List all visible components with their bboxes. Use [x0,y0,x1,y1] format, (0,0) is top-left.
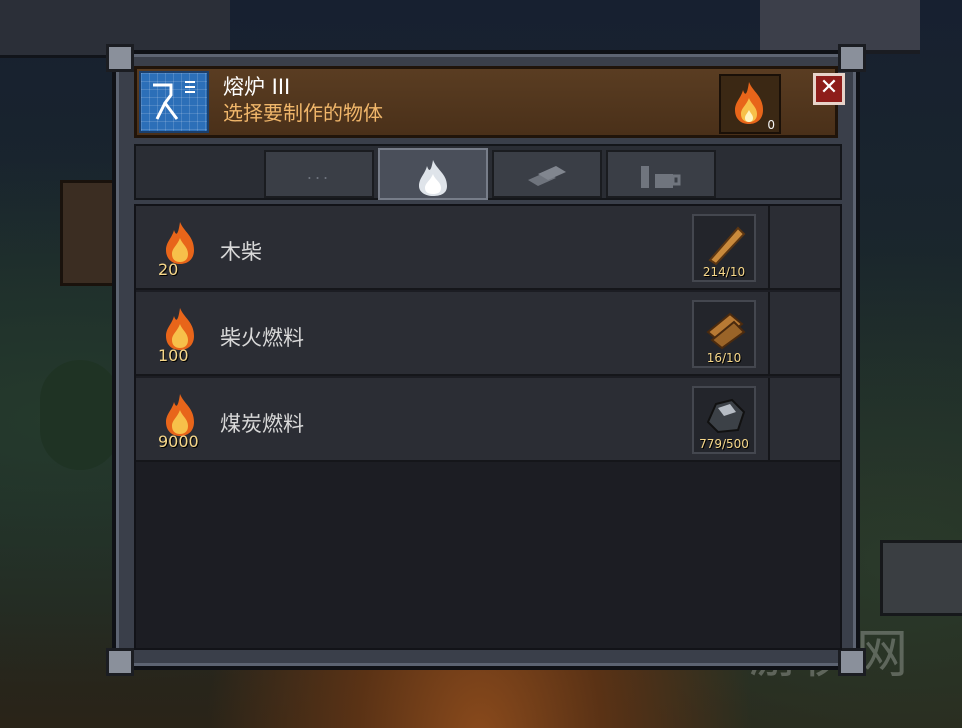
recipe-name: 煤炭燃料 [220,412,304,436]
recipe-row-firewood[interactable]: 100 柴火燃料 16/10 [136,292,840,376]
ingredient-slot[interactable]: 16/10 [692,300,756,368]
row-divider [768,378,770,460]
tab-metal[interactable] [492,150,602,198]
fuel-indicator: 0 [719,74,781,134]
dots-icon: ... [306,164,332,183]
fuel-value: 100 [158,346,189,365]
fuel-value: 9000 [158,432,199,451]
ingredient-stock: 779/500 [699,437,749,451]
white-flame-icon [419,160,447,196]
window-corner [106,44,134,72]
cup-icon [641,166,681,188]
ingredient-stock: 214/10 [702,265,746,279]
window-corner [838,648,866,676]
firewood-bundle-icon [706,312,746,350]
close-button[interactable]: ✕ [813,73,845,105]
fuel-value: 20 [158,260,179,279]
background-bench [60,180,116,286]
window-corner [106,648,134,676]
row-divider [768,206,770,288]
window-content: 熔炉 III 选择要制作的物体 0 ✕ ... 20 木柴 214/10 100… [134,66,845,650]
recipe-row-coal[interactable]: 9000 煤炭燃料 779/500 [136,378,840,462]
ingredient-slot[interactable]: 214/10 [692,214,756,282]
window-header: 熔炉 III 选择要制作的物体 0 ✕ [134,66,845,138]
wood-log-icon [708,226,746,266]
background-bush [40,360,120,470]
window-corner [838,44,866,72]
row-divider [768,292,770,374]
ingredient-slot[interactable]: 779/500 [692,386,756,454]
category-tabs: ... [134,144,842,200]
fire-icon [735,82,763,124]
blueprint-icon [139,71,209,133]
tab-misc[interactable]: ... [264,150,374,198]
coal-icon [706,398,746,434]
recipe-name: 木柴 [220,240,262,264]
background-stone [880,540,962,616]
recipe-list: 20 木柴 214/10 100 柴火燃料 16/10 9000 煤炭燃料 77… [134,204,842,650]
window-subtitle: 选择要制作的物体 [223,101,383,125]
fuel-count: 0 [767,118,775,132]
tab-tools[interactable] [606,150,716,198]
ingredient-stock: 16/10 [706,351,742,365]
tab-fuel[interactable] [378,148,488,200]
metal-bars-icon [528,166,566,186]
recipe-row-wood[interactable]: 20 木柴 214/10 [136,206,840,290]
furnace-window: 熔炉 III 选择要制作的物体 0 ✕ ... 20 木柴 214/10 100… [106,44,866,676]
window-title: 熔炉 III [223,75,291,99]
recipe-name: 柴火燃料 [220,326,304,350]
